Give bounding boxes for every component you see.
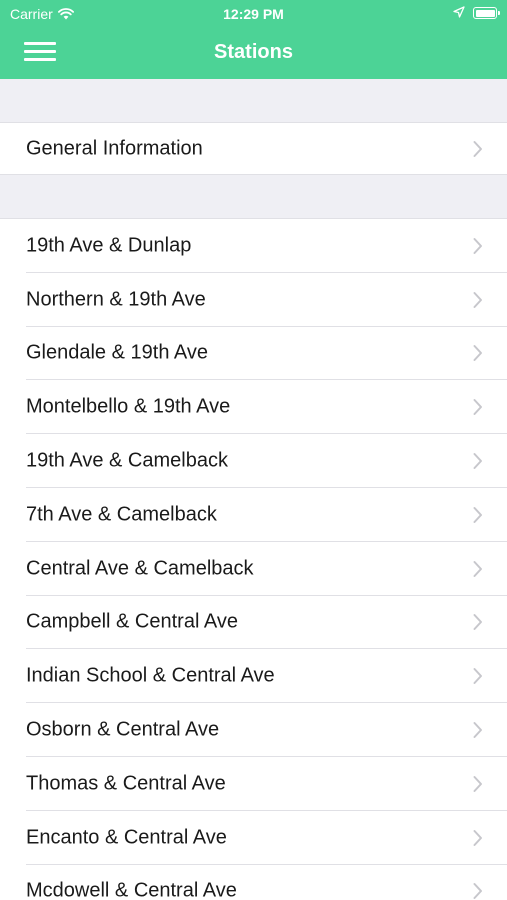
station-name: Campbell & Central Ave	[26, 610, 238, 633]
station-row[interactable]: Montelbello & 19th Ave	[0, 380, 507, 435]
station-row[interactable]: Central Ave & Camelback	[0, 542, 507, 596]
chevron-right-icon	[473, 453, 482, 470]
station-row[interactable]: Northern & 19th Ave	[0, 273, 507, 327]
station-name: Glendale & 19th Ave	[26, 341, 208, 364]
location-arrow-icon	[453, 5, 465, 21]
station-row[interactable]: 7th Ave & Camelback	[0, 488, 507, 542]
chevron-right-icon	[473, 614, 482, 631]
chevron-right-icon	[473, 291, 482, 308]
battery-icon	[473, 7, 500, 19]
station-row[interactable]: 19th Ave & Dunlap	[0, 219, 507, 273]
station-row[interactable]: Campbell & Central Ave	[0, 596, 507, 650]
station-name: Mcdowell & Central Ave	[26, 879, 237, 900]
general-section: General Information	[0, 122, 507, 175]
station-name: Montelbello & 19th Ave	[26, 395, 231, 418]
chevron-right-icon	[473, 775, 482, 792]
station-name: Indian School & Central Ave	[26, 664, 275, 687]
chevron-right-icon	[473, 140, 482, 157]
station-name: Thomas & Central Ave	[26, 772, 226, 795]
stations-list: 19th Ave & Dunlap Northern & 19th Ave Gl…	[0, 218, 507, 900]
station-row[interactable]: Osborn & Central Ave	[0, 703, 507, 757]
stations-screen: Carrier 12:29 PM Stations General Inform…	[0, 0, 507, 900]
chevron-right-icon	[473, 237, 482, 254]
status-right-icons	[453, 5, 500, 21]
status-bar: Carrier 12:29 PM	[0, 0, 507, 28]
station-row[interactable]: Mcdowell & Central Ave	[0, 865, 507, 900]
station-row[interactable]: Encanto & Central Ave	[0, 811, 507, 865]
chevron-right-icon	[473, 506, 482, 523]
status-time: 12:29 PM	[223, 6, 284, 22]
station-name: 7th Ave & Camelback	[26, 503, 217, 526]
chevron-right-icon	[473, 345, 482, 362]
station-name: Central Ave & Camelback	[26, 557, 254, 580]
station-name: 19th Ave & Dunlap	[26, 234, 192, 257]
station-name: Northern & 19th Ave	[26, 288, 206, 311]
chevron-right-icon	[473, 883, 482, 900]
row-label: General Information	[26, 137, 203, 159]
station-row[interactable]: Thomas & Central Ave	[0, 757, 507, 811]
page-title: Stations	[214, 41, 293, 63]
top-bar: Carrier 12:29 PM Stations	[0, 0, 507, 79]
station-name: 19th Ave & Camelback	[26, 449, 228, 472]
chevron-right-icon	[473, 668, 482, 685]
station-row[interactable]: Indian School & Central Ave	[0, 649, 507, 704]
chevron-right-icon	[473, 399, 482, 416]
chevron-right-icon	[473, 722, 482, 739]
station-row[interactable]: Glendale & 19th Ave	[0, 327, 507, 381]
station-name: Osborn & Central Ave	[26, 718, 220, 741]
general-information-row[interactable]: General Information	[0, 123, 507, 174]
chevron-right-icon	[473, 829, 482, 846]
chevron-right-icon	[473, 560, 482, 577]
nav-bar: Stations	[0, 28, 507, 79]
station-name: Encanto & Central Ave	[26, 826, 227, 849]
station-row[interactable]: 19th Ave & Camelback	[0, 434, 507, 488]
